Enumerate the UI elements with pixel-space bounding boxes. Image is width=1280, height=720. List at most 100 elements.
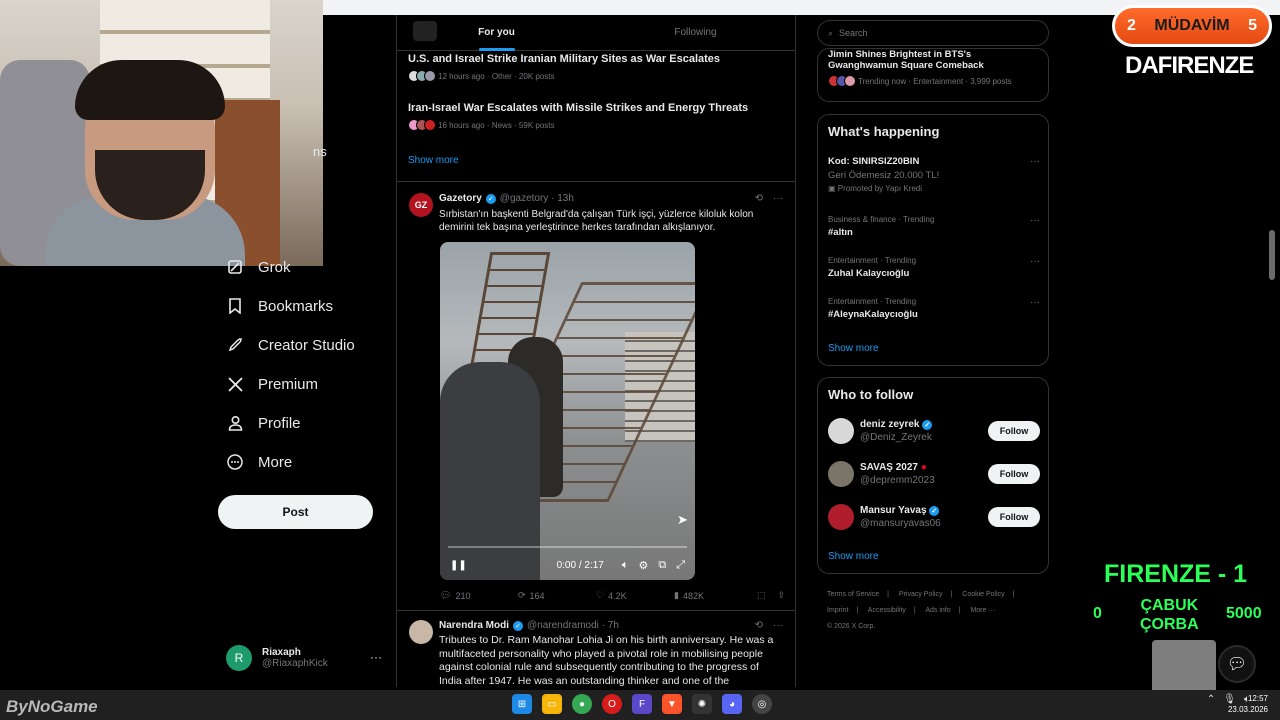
grok-icon — [226, 258, 244, 276]
panel-title: Who to follow — [828, 387, 914, 402]
show-more-link[interactable]: Show more — [408, 155, 459, 166]
footer-link[interactable]: Imprint — [827, 607, 848, 614]
chrome-icon[interactable]: ● — [572, 694, 592, 714]
volume-icon[interactable]: 🔈︎ — [622, 559, 629, 572]
video-progress-bar[interactable] — [448, 546, 687, 548]
follow-suggestion[interactable]: SAVAŞ 2027 ● @depremm2023 Follow — [828, 461, 1040, 487]
footer-link[interactable]: Cookie Policy — [962, 591, 1004, 598]
opera-icon[interactable]: O — [602, 694, 622, 714]
app-icon[interactable]: F — [632, 694, 652, 714]
nav-partial-label: ns — [313, 144, 327, 159]
scrollbar[interactable] — [1269, 230, 1275, 280]
nav-item-profile[interactable]: Profile — [226, 414, 301, 432]
nav-item-grok[interactable]: Grok — [226, 258, 291, 276]
avatar: R — [226, 645, 252, 671]
trend-item[interactable]: Entertainment · Trending Zuhal Kalaycıoğ… — [828, 256, 1040, 279]
follow-suggestion[interactable]: deniz zeyrek ✓ @Deniz_Zeyrek Follow — [828, 418, 1040, 444]
footer-link[interactable]: Privacy Policy — [899, 591, 943, 598]
avatar[interactable]: GZ — [409, 193, 433, 217]
nav-item-creator-studio[interactable]: Creator Studio — [226, 336, 355, 354]
repost-button[interactable]: ⟳ 164 — [518, 590, 596, 601]
nav-item-more[interactable]: More — [226, 453, 292, 471]
footer-link[interactable]: More ··· — [970, 607, 995, 614]
windows-start-icon[interactable]: ⊞ — [512, 694, 532, 714]
trend-item[interactable]: Entertainment · Trending #AleynaKalaycıo… — [828, 297, 1040, 320]
trend-item[interactable]: U.S. and Israel Strike Iranian Military … — [408, 53, 720, 82]
clock[interactable]: 12:57 23.03.2026 — [1228, 693, 1268, 715]
tab-following[interactable]: Following — [596, 15, 795, 50]
more-dots-icon[interactable]: ··· — [370, 650, 382, 664]
footer-link[interactable]: Ads info — [925, 607, 950, 614]
promoted-trend[interactable]: Kod: SINIRSIZ20BIN Geri Ödemesiz 20.000 … — [828, 156, 1040, 193]
verified-icon: ✓ — [929, 506, 940, 516]
panel-title: What's happening — [828, 124, 940, 139]
chat-bubble-icon[interactable]: 💬︎ — [1218, 645, 1256, 683]
footer-link[interactable]: Terms of Service — [827, 591, 879, 598]
rocket-icon — [226, 336, 244, 354]
more-dots-icon[interactable]: ··· — [773, 620, 783, 631]
chatgpt-icon[interactable]: ✺ — [692, 694, 712, 714]
trend-panel: Jimin Shines Brightest in BTS's Gwanghwa… — [817, 48, 1049, 102]
more-dots-icon[interactable]: ··· — [1030, 297, 1040, 308]
trend-item[interactable]: Iran-Israel War Escalates with Missile S… — [408, 102, 748, 131]
obs-icon[interactable]: ◎ — [752, 694, 772, 714]
whats-happening-panel: What's happening Kod: SINIRSIZ20BIN Geri… — [817, 114, 1049, 366]
trend-title: U.S. and Israel Strike Iranian Military … — [408, 53, 721, 65]
follow-suggestion[interactable]: Mansur Yavaş ✓ @mansuryavas06 Follow — [828, 504, 1040, 530]
grok-icon[interactable]: ⟲ — [755, 620, 763, 631]
video-time: 0:00 / 2:17 — [556, 559, 604, 571]
chevron-up-icon[interactable]: ⌃ — [1207, 694, 1215, 705]
copyright: © 2026 X Corp. — [827, 623, 876, 630]
views-button[interactable]: ▮ 482K — [674, 590, 752, 601]
post-button[interactable]: Post — [218, 495, 373, 529]
tweet-handle: @gazetory · 13h — [499, 193, 574, 204]
account-switcher[interactable]: R Riaxaph @RiaxaphKick ··· — [226, 645, 386, 671]
bookmark-icon[interactable]: ⬚ — [757, 590, 766, 601]
trend-title: Jimin Shines Brightest in BTS's Gwanghwa… — [828, 49, 984, 71]
tweet-actions: 💬︎ 210 ⟳ 164 ♡ 4.2K ▮ 482K ⬚ ⇪ — [440, 590, 785, 601]
search-input[interactable]: ⌕ Search — [817, 20, 1049, 46]
footer-link[interactable]: Accessibility — [868, 607, 906, 614]
follow-button[interactable]: Follow — [988, 421, 1040, 441]
show-more-link[interactable]: Show more — [828, 343, 879, 354]
trend-item[interactable]: Jimin Shines Brightest in BTS's Gwanghwa… — [828, 46, 1040, 87]
divider — [397, 181, 795, 182]
discord-icon[interactable]: ◕ — [722, 694, 742, 714]
fullscreen-icon[interactable]: ⤢ — [676, 559, 685, 572]
tweet-video[interactable]: ❚❚ 0:00 / 2:17 🔈︎ ⚙ ⧉ ⤢ — [440, 242, 695, 580]
heart-icon: ♡ — [596, 590, 605, 600]
tweet-author[interactable]: Gazetory — [439, 193, 482, 204]
like-button[interactable]: ♡ 4.2K — [596, 590, 674, 601]
trend-meta: Trending now · Entertainment · 3,999 pos… — [858, 76, 1012, 86]
avatar[interactable] — [409, 620, 433, 644]
share-icon[interactable]: ⇪ — [777, 590, 785, 601]
file-explorer-icon[interactable]: ▭ — [542, 694, 562, 714]
trend-meta: 16 hours ago · News · 59K posts — [438, 120, 555, 130]
show-more-link[interactable]: Show more — [828, 551, 879, 562]
reply-button[interactable]: 💬︎ 210 — [440, 590, 518, 601]
main-feed: For you Following U.S. and Israel Strike… — [396, 15, 796, 687]
settings-icon[interactable]: ⚙ — [638, 559, 648, 572]
trend-item[interactable]: Business & finance · Trending #altın ··· — [828, 215, 1040, 238]
taskbar: ⊞ ▭ ● O F ▼ ✺ ◕ ◎ ⌃ 🎙︎ 🔈︎ 12:57 23.03.20… — [0, 690, 1280, 720]
nav-item-label: Grok — [258, 258, 291, 276]
more-dots-icon[interactable]: ··· — [773, 193, 783, 204]
pause-icon[interactable]: ❚❚ — [450, 560, 467, 571]
tweet-author[interactable]: Narendra Modi — [439, 620, 509, 631]
avatar-stack — [828, 75, 856, 87]
brave-icon[interactable]: ▼ — [662, 694, 682, 714]
tweet-header: Narendra Modi ✓ @narendramodi · 7h — [439, 620, 619, 631]
mudavim-badge: 2 MÜDAVİM 5 — [1112, 5, 1272, 47]
pip-icon[interactable]: ⧉ — [658, 559, 666, 572]
grok-icon[interactable]: ⟲ — [755, 193, 763, 204]
overlay-score: 5000 — [1226, 605, 1262, 622]
more-dots-icon[interactable]: ··· — [1030, 156, 1040, 167]
nav-item-bookmarks[interactable]: Bookmarks — [226, 297, 333, 315]
more-dots-icon[interactable]: ··· — [1030, 215, 1040, 226]
follow-button[interactable]: Follow — [988, 507, 1040, 527]
who-to-follow-panel: Who to follow deniz zeyrek ✓ @Deniz_Zeyr… — [817, 377, 1049, 574]
follow-button[interactable]: Follow — [988, 464, 1040, 484]
webcam-feed — [0, 0, 323, 266]
nav-item-premium[interactable]: Premium — [226, 375, 318, 393]
more-dots-icon[interactable]: ··· — [1030, 256, 1040, 267]
